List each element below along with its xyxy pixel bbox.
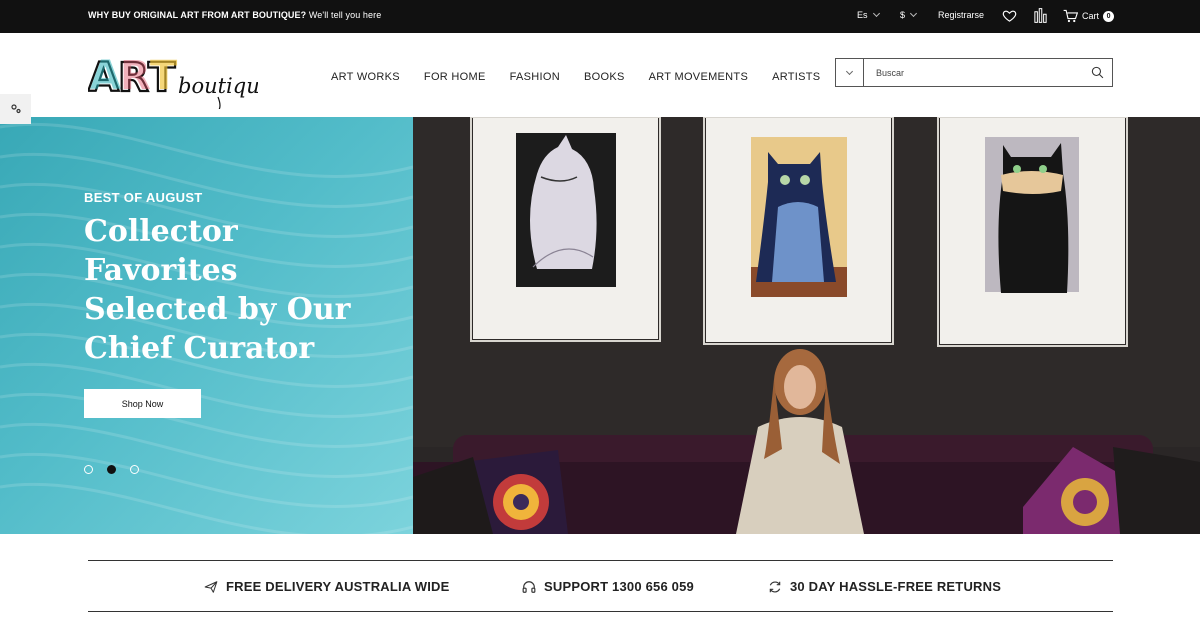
feature-free-delivery: FREE DELIVERY AUSTRALIA WIDE: [204, 579, 449, 594]
hero-slider: BEST OF AUGUST Collector Favorites Selec…: [0, 117, 1200, 534]
currency-selector[interactable]: $: [900, 9, 918, 20]
nav-item-art-movements[interactable]: ART MOVEMENTS: [649, 71, 748, 83]
nav-item-fashion[interactable]: FASHION: [510, 71, 560, 83]
search-input[interactable]: [864, 67, 1082, 78]
heart-icon[interactable]: [1002, 8, 1017, 23]
chevron-down-icon: [845, 67, 854, 75]
search-icon: [1091, 66, 1103, 79]
cart-link[interactable]: Cart 0: [1063, 9, 1115, 23]
hero-text-panel: BEST OF AUGUST Collector Favorites Selec…: [0, 117, 413, 534]
headphones-icon: [522, 580, 536, 593]
svg-text:T: T: [150, 53, 178, 99]
slider-pagination: [84, 465, 139, 474]
nav-item-artists[interactable]: ARTISTS: [772, 71, 820, 83]
plane-icon: [204, 580, 218, 593]
framed-cat-painting-2: [703, 117, 894, 345]
svg-text:A: A: [90, 53, 121, 99]
language-value: Es: [857, 10, 868, 20]
hero-headline: Collector Favorites Selected by Our Chie…: [84, 214, 351, 366]
feature-support: SUPPORT 1300 656 059: [522, 579, 694, 594]
promo-link[interactable]: WHY BUY ORIGINAL ART FROM ART BOUTIQUE? …: [88, 10, 381, 20]
promo-link-text[interactable]: We'll tell you here: [309, 10, 382, 20]
framed-cat-painting-3: [937, 117, 1128, 347]
features-bar: FREE DELIVERY AUSTRALIA WIDE SUPPORT 130…: [88, 560, 1113, 612]
framed-cat-painting-1: [470, 117, 661, 342]
nav-item-for-home[interactable]: FOR HOME: [424, 71, 486, 83]
settings-toggle[interactable]: [0, 94, 31, 124]
feature-returns: 30 DAY HASSLE-FREE RETURNS: [768, 579, 1001, 594]
register-link[interactable]: Registrarse: [938, 10, 984, 20]
feature-returns-text: 30 DAY HASSLE-FREE RETURNS: [790, 579, 1002, 594]
cart-count-badge: 0: [1103, 10, 1115, 22]
shop-now-button[interactable]: Shop Now: [84, 389, 201, 418]
search-button[interactable]: [1082, 59, 1112, 86]
slider-dot-1[interactable]: [84, 465, 93, 474]
currency-value: $: [900, 10, 906, 20]
cart-label: Cart: [1082, 11, 1100, 21]
gear-icon: [10, 104, 21, 114]
refresh-icon: [769, 581, 781, 592]
gallery-photo-illustration: [413, 117, 1200, 534]
hero-eyebrow: BEST OF AUGUST: [84, 190, 203, 205]
language-selector[interactable]: Es: [857, 9, 880, 20]
chevron-down-icon: [909, 9, 918, 18]
nav-item-art-works[interactable]: ART WORKS: [331, 71, 400, 83]
feature-support-text: SUPPORT 1300 656 059: [544, 579, 694, 594]
nav-item-books[interactable]: BOOKS: [584, 71, 625, 83]
svg-text:R: R: [120, 53, 151, 99]
main-nav: ART WORKS FOR HOME FASHION BOOKS ART MOV…: [331, 71, 844, 83]
feature-free-delivery-text: FREE DELIVERY AUSTRALIA WIDE: [226, 579, 450, 594]
cart-icon: [1063, 9, 1078, 23]
slider-dot-2[interactable]: [107, 465, 116, 474]
search-category-select[interactable]: [836, 59, 864, 86]
main-header: A A R R T T boutique ART WORKS FOR HOME …: [0, 33, 1200, 117]
top-bar: WHY BUY ORIGINAL ART FROM ART BOUTIQUE? …: [0, 0, 1200, 33]
compare-icon[interactable]: [1034, 8, 1047, 23]
slider-dot-3[interactable]: [130, 465, 139, 474]
svg-text:boutique: boutique: [178, 74, 258, 98]
register-label: Registrarse: [938, 10, 985, 20]
promo-bold-text: WHY BUY ORIGINAL ART FROM ART BOUTIQUE?: [88, 10, 307, 20]
hero-image: [413, 117, 1200, 534]
chevron-down-icon: [872, 9, 880, 18]
art-boutique-logo[interactable]: A A R R T T boutique: [88, 53, 258, 109]
search-bar: [835, 58, 1113, 87]
